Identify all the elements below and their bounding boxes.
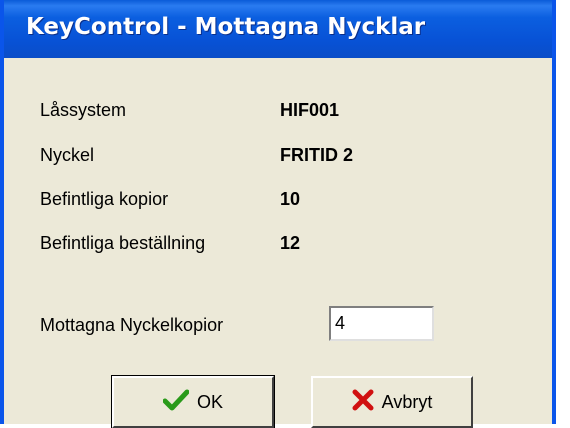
- befintliga-kopior-value: 10: [280, 189, 301, 209]
- befintliga-bestallning-label: Befintliga beställning: [40, 233, 206, 253]
- lassystem-value: HIF001: [280, 100, 340, 120]
- cancel-button-label: Avbryt: [381, 391, 433, 412]
- title-bar[interactable]: KeyControl - Mottagna Nycklar: [4, 0, 552, 58]
- nyckel-value: FRITID 2: [280, 145, 354, 165]
- window-title: KeyControl - Mottagna Nycklar: [26, 14, 426, 40]
- check-icon: [162, 389, 190, 416]
- befintliga-bestallning-value: 12: [280, 233, 301, 253]
- ok-button[interactable]: OK: [111, 375, 275, 428]
- dialog-window: KeyControl - Mottagna Nycklar Låssystem …: [0, 0, 556, 428]
- lassystem-label: Låssystem: [40, 100, 127, 120]
- x-icon: [352, 389, 374, 416]
- mottagna-nyckelkopior-label: Mottagna Nyckelkopior: [40, 315, 224, 335]
- ok-button-label: OK: [196, 391, 223, 412]
- mottagna-nyckelkopior-input[interactable]: [329, 306, 434, 341]
- befintliga-kopior-label: Befintliga kopior: [40, 189, 169, 209]
- nyckel-label: Nyckel: [40, 145, 95, 165]
- cancel-button[interactable]: Avbryt: [311, 376, 473, 428]
